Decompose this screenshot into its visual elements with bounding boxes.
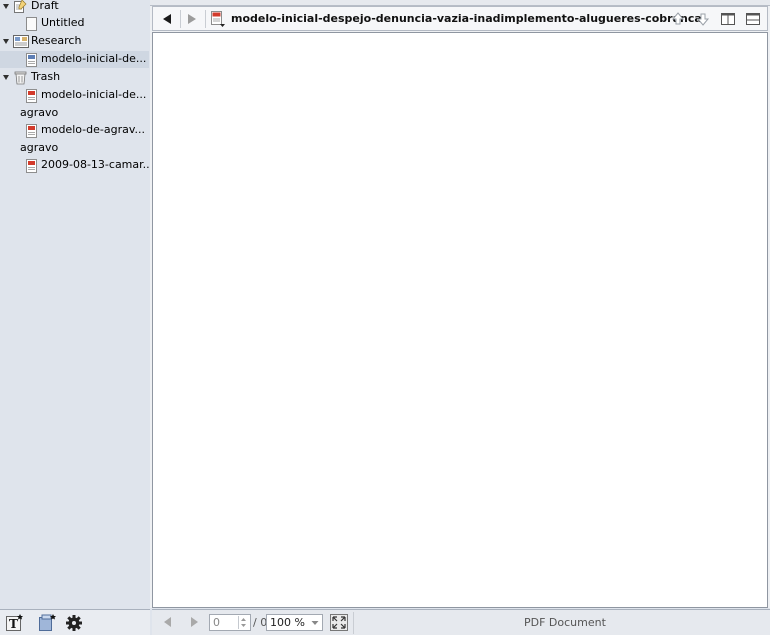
- document-pdf-icon[interactable]: [211, 11, 227, 28]
- forward-arrow-icon[interactable]: [182, 11, 202, 27]
- previous-page-icon[interactable]: [158, 614, 178, 630]
- binder-item-draft[interactable]: Draft: [0, 0, 149, 15]
- binder-item-agravo-pdf[interactable]: modelo-de-agrav...: [0, 122, 149, 139]
- add-text-icon[interactable]: T: [5, 613, 25, 632]
- page-number-value: 0: [213, 616, 220, 629]
- expand-triangle-icon[interactable]: [3, 4, 9, 9]
- trash-icon: [14, 70, 27, 85]
- add-folder-icon[interactable]: [37, 613, 57, 632]
- binder-item-trash-pdf[interactable]: modelo-inicial-de...: [0, 87, 149, 104]
- split-horizontal-icon[interactable]: [744, 10, 762, 28]
- chevron-down-icon[interactable]: [309, 616, 321, 629]
- page-number-field[interactable]: 0: [209, 614, 251, 631]
- up-arrow-icon[interactable]: [669, 10, 687, 28]
- research-folder-icon: [13, 34, 29, 48]
- binder-item-label: modelo-inicial-de...: [41, 52, 147, 65]
- header-divider: [180, 10, 181, 28]
- expand-triangle-icon[interactable]: [3, 75, 9, 80]
- binder-item-label: agravo: [20, 141, 59, 154]
- binder-item-label: Draft: [31, 0, 59, 12]
- binder-item-label: agravo: [20, 106, 59, 119]
- binder-item-agravo-2[interactable]: agravo: [0, 140, 149, 157]
- back-arrow-icon[interactable]: [157, 11, 177, 27]
- pdf-icon: [26, 89, 37, 103]
- draft-folder-icon: [13, 0, 27, 13]
- binder-item-agravo[interactable]: agravo: [0, 105, 149, 122]
- expand-triangle-icon[interactable]: [3, 39, 9, 44]
- page-icon: [26, 17, 37, 31]
- editor-header-bar: modelo-inicial-despejo-denuncia-vazia-in…: [152, 6, 768, 31]
- next-page-icon[interactable]: [184, 614, 204, 630]
- binder-item-research-pdf[interactable]: modelo-inicial-de...: [0, 51, 149, 68]
- pdf-icon: [26, 53, 37, 67]
- svg-text:T: T: [9, 617, 18, 631]
- binder-item-label: 2009-08-13-camar...: [41, 158, 149, 171]
- split-vertical-icon[interactable]: [719, 10, 737, 28]
- document-type-status: PDF Document: [524, 616, 606, 629]
- footer-divider: [353, 612, 354, 634]
- zoom-value: 100 %: [270, 616, 305, 629]
- scrivener-window: Draft Untitled Research modelo-inicial-d…: [0, 0, 770, 635]
- binder-sidebar: Draft Untitled Research modelo-inicial-d…: [0, 0, 151, 608]
- pdf-icon: [26, 159, 37, 173]
- binder-item-label: modelo-inicial-de...: [41, 88, 147, 101]
- editor-pane: modelo-inicial-despejo-denuncia-vazia-in…: [150, 0, 770, 608]
- settings-gear-icon[interactable]: [64, 613, 84, 632]
- pdf-icon: [26, 124, 37, 138]
- binder-item-label: Untitled: [41, 16, 85, 29]
- header-divider: [205, 10, 206, 28]
- editor-footer: 0 / 0 100 % PDF Document: [152, 609, 770, 635]
- document-title: modelo-inicial-despejo-denuncia-vazia-in…: [231, 12, 702, 25]
- binder-footer: T: [0, 609, 150, 635]
- page-spinner-icon[interactable]: [238, 616, 248, 629]
- binder-item-label: Trash: [31, 70, 61, 83]
- pdf-document-view[interactable]: [152, 32, 768, 608]
- binder-item-label: Research: [31, 34, 82, 47]
- binder-item-untitled[interactable]: Untitled: [0, 15, 149, 32]
- binder-item-label: modelo-de-agrav...: [41, 123, 146, 136]
- binder-item-trash[interactable]: Trash: [0, 69, 149, 86]
- binder-item-research[interactable]: Research: [0, 33, 149, 50]
- zoom-select[interactable]: 100 %: [266, 614, 323, 631]
- fit-page-icon[interactable]: [329, 613, 349, 632]
- binder-item-camar-pdf[interactable]: 2009-08-13-camar...: [0, 157, 149, 174]
- down-arrow-icon[interactable]: [694, 10, 712, 28]
